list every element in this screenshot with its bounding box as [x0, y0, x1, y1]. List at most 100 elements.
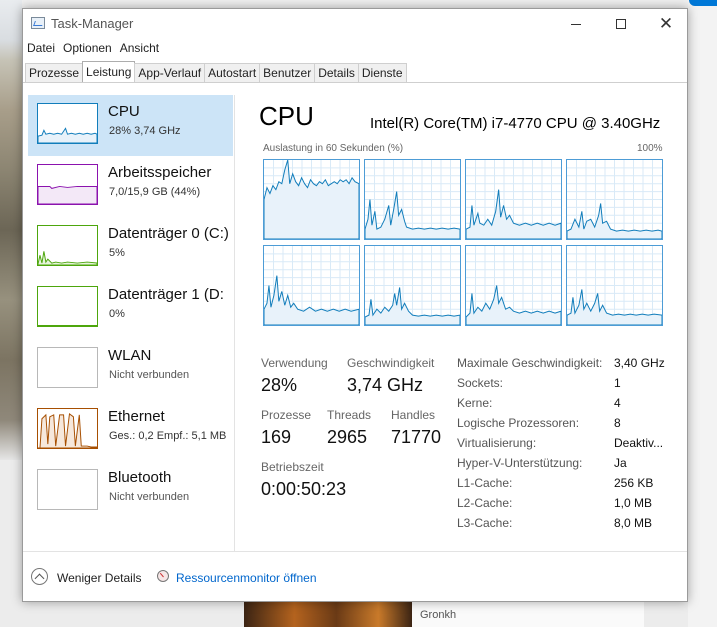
resource-name: Bluetooth	[108, 469, 172, 486]
resource-name: Ethernet	[108, 408, 165, 425]
footer-divider	[23, 551, 687, 552]
resource-name: Datenträger 1 (D:	[108, 286, 224, 303]
usage-label: Verwendung	[261, 356, 328, 370]
menu-ansicht[interactable]: Ansicht	[116, 40, 163, 60]
info-key: Logische Prozessoren:	[457, 416, 580, 430]
core-graph	[465, 245, 562, 326]
info-value: 1,0 MB	[614, 496, 653, 510]
info-value: 1	[614, 376, 621, 390]
uptime-label: Betriebszeit	[261, 460, 324, 474]
cpu-heading: CPU	[259, 101, 314, 131]
info-value: Deaktiv...	[614, 436, 664, 450]
toggle-switch[interactable]	[689, 0, 717, 6]
resource-list: CPU 28% 3,74 GHz Arbeitsspeicher 7,0/15,…	[23, 95, 233, 565]
memory-thumbnail-graph	[37, 164, 98, 205]
core-graph	[364, 159, 461, 240]
desktop-background-right	[688, 0, 717, 627]
tab-benutzer[interactable]: Benutzer	[259, 63, 316, 83]
info-key: L2-Cache:	[457, 496, 513, 510]
utilization-label: Auslastung in 60 Sekunden (%)	[263, 143, 404, 154]
info-key: Maximale Geschwindigkeit:	[457, 356, 603, 370]
desktop-background-left	[0, 0, 22, 460]
tab-bar: Prozesse Leistung App-Verlauf Autostart …	[25, 61, 407, 83]
info-value: 8,0 MB	[614, 516, 653, 530]
resource-item-disk-d[interactable]: Datenträger 1 (D: 0%	[28, 278, 233, 339]
disk-d-thumbnail-graph	[37, 286, 98, 327]
core-graph	[263, 159, 360, 240]
resource-summary: Nicht verbunden	[109, 369, 190, 381]
bluetooth-thumbnail-graph	[37, 469, 98, 510]
footer-bar: Weniger Details Ressourcenmonitor öffnen	[23, 565, 687, 591]
window-title: Task-Manager	[51, 16, 134, 31]
info-value: 3,40 GHz	[614, 356, 665, 370]
resource-item-memory[interactable]: Arbeitsspeicher 7,0/15,9 GB (44%)	[28, 156, 233, 217]
logical-processor-graphs	[263, 159, 663, 329]
resource-name: Arbeitsspeicher	[108, 164, 212, 181]
handles-label: Handles	[391, 408, 436, 422]
panel-divider	[234, 95, 235, 551]
info-key: Hyper-V-Unterstützung:	[457, 456, 583, 470]
task-manager-icon	[31, 17, 45, 29]
tab-divider	[23, 82, 687, 83]
info-value: 8	[614, 416, 621, 430]
minimize-button[interactable]	[553, 9, 599, 39]
info-key: Kerne:	[457, 396, 493, 410]
resource-monitor-link[interactable]: Ressourcenmonitor öffnen	[176, 571, 317, 585]
tab-prozesse[interactable]: Prozesse	[25, 63, 84, 83]
resource-name: CPU	[108, 103, 140, 120]
resource-monitor-icon	[157, 570, 169, 582]
close-icon: ✕	[658, 13, 674, 34]
info-value: Ja	[614, 456, 627, 470]
menu-datei[interactable]: Datei	[23, 40, 59, 60]
cpu-model-name: Intel(R) Core(TM) i7-4770 CPU @ 3.40GHz	[370, 115, 661, 132]
info-value: 256 KB	[614, 476, 654, 490]
chevron-up-icon[interactable]	[31, 568, 48, 585]
menu-bar: Datei Optionen Ansicht	[23, 40, 163, 60]
wlan-thumbnail-graph	[37, 347, 98, 388]
tab-app-verlauf[interactable]: App-Verlauf	[134, 63, 206, 83]
core-graph	[566, 245, 663, 326]
info-value: 4	[614, 396, 621, 410]
resource-item-ethernet[interactable]: Ethernet Ges.: 0,2 Empf.: 5,1 MB	[28, 400, 233, 461]
resource-summary: 0%	[109, 308, 125, 320]
resource-item-disk-c[interactable]: Datenträger 0 (C:) 5%	[28, 217, 233, 278]
resource-summary: 7,0/15,9 GB (44%)	[109, 186, 201, 198]
info-key: L1-Cache:	[457, 476, 513, 490]
core-graph	[566, 159, 663, 240]
resource-item-wlan[interactable]: WLAN Nicht verbunden	[28, 339, 233, 400]
speed-value: 3,74 GHz	[347, 375, 424, 395]
tab-details[interactable]: Details	[314, 63, 359, 83]
background-channel-name: Gronkh	[420, 609, 457, 621]
title-bar: Task-Manager ✕	[23, 9, 687, 39]
core-graph	[465, 159, 562, 240]
maximize-button[interactable]	[598, 9, 644, 39]
resource-summary: Ges.: 0,2 Empf.: 5,1 MB	[109, 430, 227, 442]
close-button[interactable]: ✕	[643, 9, 689, 39]
usage-value: 28%	[261, 375, 298, 395]
background-video-card[interactable]: Gronkh	[412, 598, 644, 627]
resource-item-bluetooth[interactable]: Bluetooth Nicht verbunden	[28, 461, 233, 522]
info-key: Virtualisierung:	[457, 436, 537, 450]
background-video-thumbnail[interactable]	[244, 598, 412, 627]
menu-optionen[interactable]: Optionen	[59, 40, 116, 60]
utilization-max: 100%	[637, 143, 663, 154]
disk-c-thumbnail-graph	[37, 225, 98, 266]
info-key: L3-Cache:	[457, 516, 513, 530]
speed-label: Geschwindigkeit	[347, 356, 435, 370]
threads-value: 2965	[327, 427, 368, 447]
resource-item-cpu[interactable]: CPU 28% 3,74 GHz	[28, 95, 233, 156]
maximize-icon	[616, 19, 626, 29]
tab-leistung[interactable]: Leistung	[82, 61, 136, 83]
task-manager-window: Task-Manager ✕ Datei Optionen Ansicht Pr…	[22, 8, 688, 602]
uptime-value: 0:00:50:23	[261, 479, 347, 499]
processes-value: 169	[261, 427, 292, 447]
desktop-background-left-lower	[0, 460, 22, 627]
info-key: Sockets:	[457, 376, 504, 390]
tab-autostart[interactable]: Autostart	[204, 63, 261, 83]
tab-dienste[interactable]: Dienste	[357, 63, 407, 83]
fewer-details-button[interactable]: Weniger Details	[57, 571, 141, 585]
resource-name: Datenträger 0 (C:)	[108, 225, 229, 242]
minimize-icon	[571, 23, 581, 25]
core-graph	[263, 245, 360, 326]
cpu-thumbnail-graph	[37, 103, 98, 144]
